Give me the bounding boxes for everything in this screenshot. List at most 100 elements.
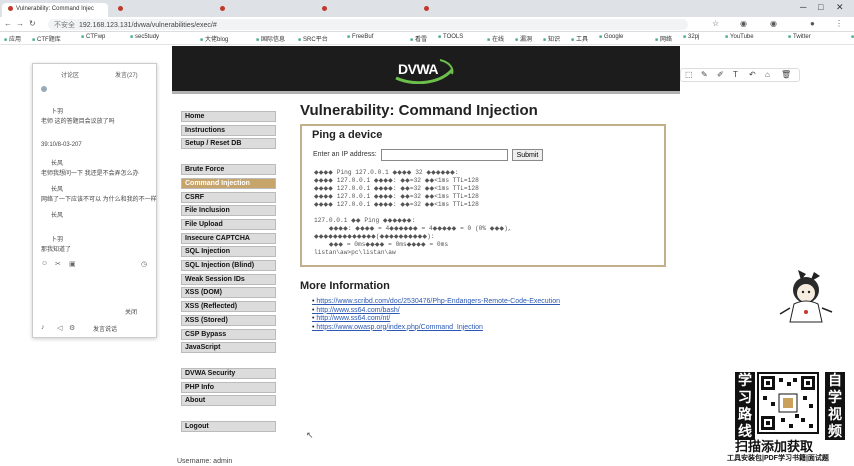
profile-icon[interactable]: ● bbox=[810, 19, 815, 28]
address-bar-row: ← → ↻ 不安全 192.168.123.131/dvwa/vulnerabil… bbox=[0, 17, 854, 32]
bookmark-item[interactable]: sec5tudy bbox=[130, 34, 159, 40]
tab-discussion[interactable]: 讨论区 bbox=[61, 70, 79, 79]
menu-item-command-injection[interactable]: Command Injection bbox=[181, 177, 276, 189]
more-info-title: More Information bbox=[300, 280, 390, 292]
info-link[interactable]: https://www.owasp.org/index.php/Command_… bbox=[312, 324, 560, 333]
menu-item-setup-reset-db[interactable]: Setup / Reset DB bbox=[181, 138, 276, 150]
menu-item-instructions[interactable]: Instructions bbox=[181, 124, 276, 136]
logo-text: DVWA bbox=[398, 61, 439, 77]
history-icon[interactable]: ◷ bbox=[141, 260, 147, 268]
command-output: ◆◆◆◆ Ping 127.0.0.1 ◆◆◆◆ 32 ◆◆◆◆◆◆: ◆◆◆◆… bbox=[314, 169, 512, 256]
tab-command-injection[interactable]: Vulnerability: Command Injec bbox=[2, 3, 108, 17]
url-field[interactable]: 不安全 192.168.123.131/dvwa/vulnerabilities/… bbox=[48, 19, 688, 30]
pen-icon[interactable]: ✎ bbox=[701, 70, 708, 79]
chat-message: 老师 这的答题目会议放了吗 bbox=[41, 119, 115, 125]
qr-code[interactable] bbox=[757, 372, 819, 434]
bookmark-item[interactable]: SRC平台 bbox=[298, 34, 328, 43]
favicon-icon bbox=[220, 6, 225, 11]
menu-item-sql-injection-blind[interactable]: SQL Injection (Blind) bbox=[181, 260, 276, 271]
text-icon[interactable]: T bbox=[733, 70, 738, 79]
scissors-icon[interactable]: ✂ bbox=[55, 260, 61, 268]
menu-item-xss-dom[interactable]: XSS (DOM) bbox=[181, 287, 276, 299]
menu-item-brute-force[interactable]: Brute Force bbox=[181, 164, 276, 176]
bookmark-item[interactable]: 32pj bbox=[683, 34, 699, 40]
tab-messages[interactable]: 发言(27) bbox=[115, 70, 138, 79]
pointer-icon[interactable]: ⬚ bbox=[685, 70, 693, 79]
ip-input[interactable] bbox=[381, 149, 508, 161]
menu-item-sql-injection[interactable]: SQL Injection bbox=[181, 246, 276, 258]
menu-item-home[interactable]: Home bbox=[181, 111, 276, 122]
chat-panel: 讨论区 发言(27) 卜羽 老师 这的答题目会议放了吗 39:10/8-03-2… bbox=[32, 63, 157, 338]
extension-icon[interactable]: ◉ bbox=[770, 19, 777, 28]
bookmark-item[interactable]: TOOLS bbox=[438, 34, 463, 40]
ad-left-column: 学 习 路 线 bbox=[735, 372, 755, 440]
ad-right-column: 自 学 视 频 bbox=[825, 372, 845, 440]
menu-item-insecure-captcha[interactable]: Insecure CAPTCHA bbox=[181, 232, 276, 244]
highlighter-icon[interactable]: ✐ bbox=[717, 70, 724, 79]
info-link[interactable]: https://www.scribd.com/doc/2530476/Php-E… bbox=[312, 298, 560, 307]
bookmark-item[interactable]: CTFwp bbox=[81, 34, 105, 40]
bookmark-item[interactable]: 知识 bbox=[543, 34, 560, 43]
browser-tab[interactable] bbox=[112, 3, 210, 17]
bookmark-item[interactable]: YouTube bbox=[725, 34, 754, 40]
trash-icon[interactable]: 🗑 bbox=[781, 70, 791, 79]
mouse-cursor-icon: ↖ bbox=[306, 430, 314, 440]
bookmark-item[interactable]: Twitter bbox=[788, 34, 811, 40]
bookmark-item[interactable]: 漏洞 bbox=[515, 34, 532, 43]
forward-icon[interactable]: → bbox=[16, 19, 24, 28]
menu-item-csrf[interactable]: CSRF bbox=[181, 191, 276, 203]
menu-item-file-upload[interactable]: File Upload bbox=[181, 218, 276, 230]
chat-close[interactable]: 关闭 bbox=[125, 307, 137, 316]
browser-tab[interactable] bbox=[316, 3, 414, 17]
bookmark-item[interactable]: CTF题库 bbox=[32, 34, 61, 43]
bookmark-item[interactable]: FreeBuf bbox=[347, 34, 373, 40]
menu-item-logout[interactable]: Logout bbox=[181, 421, 276, 432]
undo-icon[interactable]: ↶ bbox=[749, 70, 756, 79]
menu-item-xss-reflected[interactable]: XSS (Reflected) bbox=[181, 301, 276, 313]
qr-advertisement: 学 习 路 线 自 学 视 频 扫描添加获取 工具安装包|PDF学习书籍|面试题 bbox=[725, 370, 852, 463]
bookmark-item[interactable]: 网络 bbox=[655, 34, 672, 43]
home-icon[interactable]: ⌂ bbox=[765, 70, 770, 79]
bookmark-item[interactable]: 在线 bbox=[487, 34, 504, 43]
chat-input-hint[interactable]: 发言说话 bbox=[93, 324, 117, 333]
browser-tab[interactable] bbox=[214, 3, 312, 17]
maximize-icon[interactable]: □ bbox=[818, 2, 823, 12]
chat-message: 39:10/8-03-207 bbox=[41, 142, 82, 148]
browser-tab[interactable] bbox=[418, 3, 516, 17]
image-icon[interactable]: ▣ bbox=[69, 260, 76, 268]
info-link[interactable]: http://www.ss64.com/nt/ bbox=[312, 315, 560, 324]
settings-icon[interactable]: ⚙ bbox=[69, 324, 75, 332]
menu-item-javascript[interactable]: JavaScript bbox=[181, 342, 276, 354]
menu-item-xss-stored[interactable]: XSS (Stored) bbox=[181, 314, 276, 326]
menu-item-csp-bypass[interactable]: CSP Bypass bbox=[181, 328, 276, 340]
bookmark-item[interactable]: 大佬blog bbox=[200, 34, 228, 43]
close-window-icon[interactable]: ✕ bbox=[836, 2, 844, 13]
bookmark-item[interactable]: 工具 bbox=[571, 34, 588, 43]
menu-item-about[interactable]: About bbox=[181, 395, 276, 407]
speaker-icon[interactable]: ◁ bbox=[57, 324, 62, 332]
favicon-icon bbox=[424, 6, 429, 11]
bookmark-item[interactable]: Google bbox=[599, 34, 623, 40]
mic-icon[interactable]: ♪ bbox=[41, 324, 45, 331]
back-icon[interactable]: ← bbox=[4, 19, 12, 28]
menu-item-weak-session-ids[interactable]: Weak Session IDs bbox=[181, 273, 276, 285]
bookmark-item[interactable]: 应用 bbox=[4, 34, 21, 43]
minimize-icon[interactable]: ─ bbox=[800, 2, 806, 12]
info-link[interactable]: http://www.ss64.com/bash/ bbox=[312, 307, 560, 316]
reload-icon[interactable]: ↻ bbox=[29, 19, 36, 28]
menu-item-file-inclusion[interactable]: File Inclusion bbox=[181, 205, 276, 217]
bookmark-item[interactable]: 看雪 bbox=[410, 34, 427, 43]
bookmark-item[interactable]: 国际信息 bbox=[256, 34, 285, 43]
extension-icon[interactable]: ◉ bbox=[740, 19, 747, 28]
star-icon[interactable]: ☆ bbox=[712, 19, 719, 28]
mascot-sticker bbox=[776, 268, 836, 328]
favicon-icon bbox=[322, 6, 327, 11]
menu-item-php-info[interactable]: PHP Info bbox=[181, 381, 276, 393]
dvwa-logo: DVWA bbox=[394, 56, 456, 84]
menu-icon[interactable]: ⋮ bbox=[835, 19, 843, 28]
submit-button[interactable]: Submit bbox=[512, 149, 543, 161]
favicon-icon bbox=[118, 6, 123, 11]
emoji-icon[interactable]: ☺ bbox=[41, 260, 48, 267]
menu-item-dvwa-security[interactable]: DVWA Security bbox=[181, 367, 276, 379]
annotation-toolbar: ⬚ ✎ ✐ T ↶ ⌂ 🗑 bbox=[680, 68, 800, 82]
